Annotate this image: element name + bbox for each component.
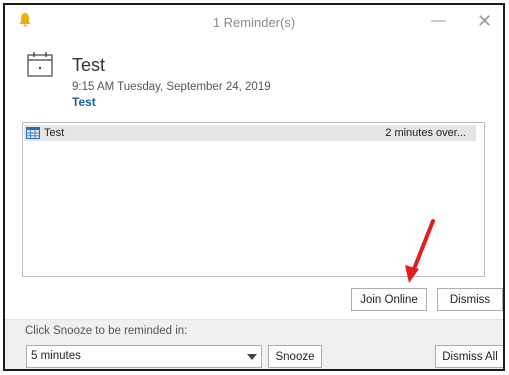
reminder-subject: Test [72,55,106,75]
list-item-subject: Test [44,127,65,139]
list-item[interactable]: Test 2 minutes over... [24,125,476,141]
title-bar: 1 Reminder(s) — ✕ [5,5,503,37]
chevron-down-icon [247,354,257,360]
reminder-datetime: 9:15 AM Tuesday, September 24, 2019 [72,81,271,93]
minimize-button[interactable]: — [431,12,446,30]
red-annotation-arrow [405,219,435,283]
calendar-grid-icon [26,127,40,139]
reminder-location: Test [72,95,96,109]
join-online-button[interactable]: Join Online [351,288,427,311]
reminder-window: 1 Reminder(s) — ✕ Test 9:15 AM Tuesday, … [3,3,505,371]
close-button[interactable]: ✕ [477,12,492,30]
reminder-header: Test 9:15 AM Tuesday, September 24, 2019… [5,43,503,115]
snooze-label: Click Snooze to be reminded in: [25,325,188,337]
snooze-duration-select[interactable]: 5 minutes [26,345,262,368]
dismiss-button[interactable]: Dismiss [437,288,503,311]
calendar-icon [27,52,53,77]
list-item-due: 2 minutes over... [385,127,466,139]
snooze-button[interactable]: Snooze [268,345,322,368]
window-title: 1 Reminder(s) [212,15,296,30]
dismiss-all-button[interactable]: Dismiss All [435,345,503,368]
snooze-duration-value: 5 minutes [31,350,81,362]
